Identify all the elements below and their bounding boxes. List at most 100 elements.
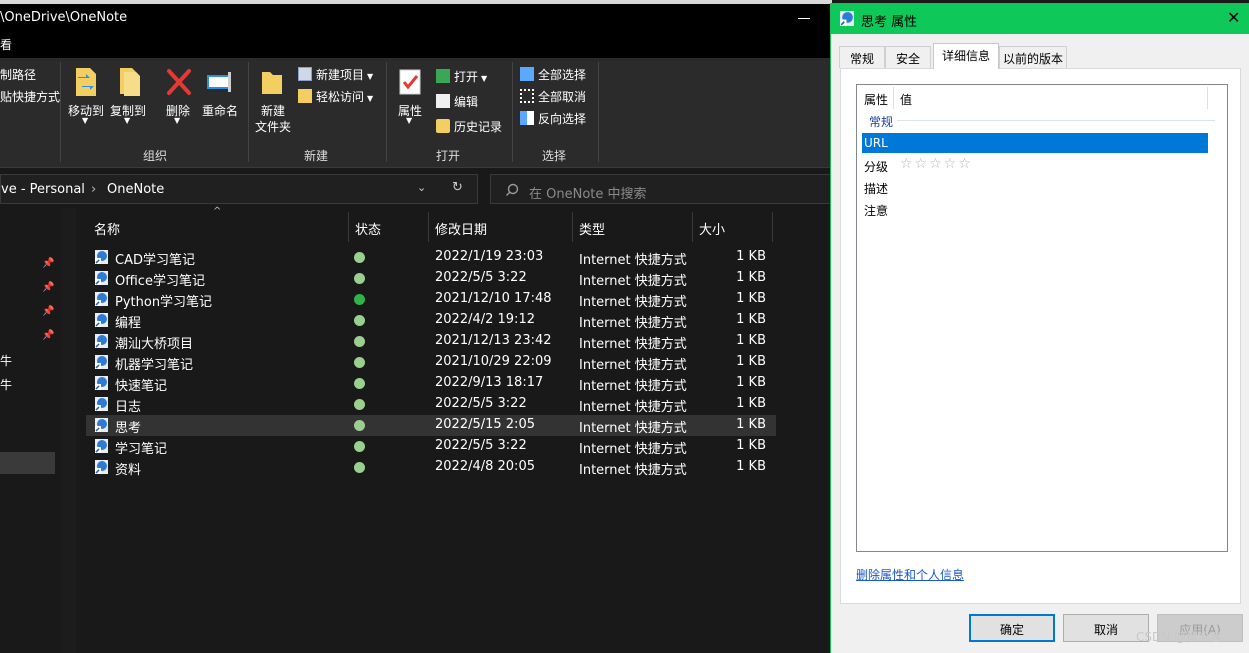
file-type: Internet 快捷方式 bbox=[579, 421, 687, 436]
pin-icon[interactable]: 📌 bbox=[42, 330, 54, 341]
sync-status-icon bbox=[354, 294, 365, 305]
nav-item-fragment[interactable]: 牛 bbox=[0, 352, 12, 369]
close-icon[interactable]: ✕ bbox=[1227, 8, 1240, 27]
column-header-name[interactable]: 名称 bbox=[94, 219, 120, 249]
copy-to-icon bbox=[120, 68, 140, 96]
sync-status-icon bbox=[354, 420, 365, 431]
file-row[interactable]: 机器学习笔记 2021/10/29 22:09 Internet 快捷方式 1 … bbox=[86, 352, 776, 373]
column-separator[interactable] bbox=[893, 87, 894, 109]
watermark: CSDN @撑伞客 bbox=[1136, 630, 1223, 644]
sync-status-icon bbox=[354, 336, 365, 347]
rename-button[interactable]: 重命名 bbox=[200, 64, 244, 134]
nav-item-selected[interactable] bbox=[0, 452, 55, 474]
nav-item-fragment[interactable]: 牛 bbox=[0, 376, 12, 393]
move-to-button[interactable]: 移动到 ▼ bbox=[66, 64, 106, 134]
tab-previous-versions[interactable]: 以前的版本 bbox=[999, 46, 1067, 68]
window-title-path: \OneDrive\OneNote bbox=[0, 10, 128, 25]
ok-button[interactable]: 确定 bbox=[969, 614, 1055, 642]
column-header-status[interactable]: 状态 bbox=[355, 219, 381, 249]
file-type: Internet 快捷方式 bbox=[579, 253, 687, 268]
file-size: 1 KB bbox=[736, 375, 766, 390]
properties-check-icon bbox=[399, 69, 421, 95]
invert-selection-button[interactable]: 反向选择 bbox=[520, 110, 586, 127]
column-separator[interactable] bbox=[772, 212, 773, 242]
column-separator[interactable] bbox=[428, 212, 429, 242]
minimize-button[interactable] bbox=[798, 18, 810, 19]
tab-general[interactable]: 常规 bbox=[839, 46, 885, 68]
open-button[interactable]: 打开 ▼ bbox=[436, 68, 487, 85]
file-date: 2022/4/2 19:12 bbox=[435, 312, 535, 327]
breadcrumb-onedrive[interactable]: ve - Personal bbox=[1, 182, 85, 197]
delete-button[interactable]: 删除 ▼ bbox=[160, 64, 196, 134]
tab-details[interactable]: 详细信息 bbox=[933, 43, 999, 69]
edit-button[interactable]: 编辑 bbox=[436, 93, 478, 110]
properties-button[interactable]: 属性 ▼ bbox=[392, 64, 428, 134]
copy-to-button[interactable]: 复制到 ▼ bbox=[108, 64, 148, 134]
file-row[interactable]: 日志 2022/5/5 3:22 Internet 快捷方式 1 KB bbox=[86, 394, 776, 415]
history-button[interactable]: 历史记录 bbox=[436, 118, 502, 135]
property-list[interactable]: 属性 值 常规 URL 分级 ☆☆☆☆☆ 描述 注意 bbox=[856, 84, 1228, 552]
breadcrumb-separator-icon: › bbox=[91, 182, 97, 197]
file-row[interactable]: 潮汕大桥项目 2021/12/13 23:42 Internet 快捷方式 1 … bbox=[86, 331, 776, 352]
file-row[interactable]: Office学习笔记 2022/5/5 3:22 Internet 快捷方式 1… bbox=[86, 268, 776, 289]
file-row[interactable]: CAD学习笔记 2022/1/19 23:03 Internet 快捷方式 1 … bbox=[86, 247, 776, 268]
dialog-title-bar: 思考 属性 ✕ bbox=[831, 3, 1249, 34]
file-type: Internet 快捷方式 bbox=[579, 463, 687, 478]
tab-security[interactable]: 安全 bbox=[885, 46, 931, 68]
pin-icon[interactable]: 📌 bbox=[42, 258, 54, 269]
select-all-icon bbox=[520, 67, 534, 81]
paste-shortcut-button[interactable]: 贴快捷方式 bbox=[0, 88, 60, 105]
pin-icon[interactable]: 📌 bbox=[42, 306, 54, 317]
column-header-property[interactable]: 属性 bbox=[864, 91, 888, 108]
new-item-button[interactable]: 新建项目 ▼ bbox=[298, 66, 373, 83]
refresh-icon[interactable]: ↻ bbox=[452, 180, 463, 195]
column-header-modified[interactable]: 修改日期 bbox=[435, 219, 487, 249]
file-row[interactable]: 资料 2022/4/8 20:05 Internet 快捷方式 1 KB bbox=[86, 457, 776, 478]
remove-properties-link[interactable]: 删除属性和个人信息 bbox=[856, 566, 964, 583]
file-row[interactable]: 编程 2022/4/2 19:12 Internet 快捷方式 1 KB bbox=[86, 310, 776, 331]
internet-shortcut-icon bbox=[840, 11, 854, 26]
column-separator[interactable] bbox=[348, 212, 349, 242]
column-header-type[interactable]: 类型 bbox=[579, 219, 605, 249]
column-header-value[interactable]: 值 bbox=[900, 91, 912, 108]
dropdown-arrow-icon: ▼ bbox=[174, 116, 181, 125]
pin-icon[interactable]: 📌 bbox=[42, 282, 54, 293]
property-row[interactable]: 分级 ☆☆☆☆☆ bbox=[862, 155, 1208, 175]
select-all-button[interactable]: 全部选择 bbox=[520, 66, 586, 83]
file-size: 1 KB bbox=[736, 333, 766, 348]
file-size: 1 KB bbox=[736, 354, 766, 369]
open-label: 打开 bbox=[454, 70, 479, 84]
easy-access-button[interactable]: 轻松访问 ▼ bbox=[298, 88, 373, 105]
rename-icon bbox=[207, 72, 231, 92]
property-list-header: 属性 值 bbox=[857, 85, 1227, 111]
menu-item-view[interactable]: 看 bbox=[0, 36, 12, 53]
file-size: 1 KB bbox=[736, 438, 766, 453]
select-none-button[interactable]: 全部取消 bbox=[520, 88, 586, 105]
new-folder-button[interactable]: 新建 文件夹 bbox=[252, 64, 294, 142]
property-row-selected[interactable]: URL bbox=[862, 133, 1208, 153]
column-header-size[interactable]: 大小 bbox=[699, 219, 725, 249]
file-row[interactable]: 学习笔记 2022/5/5 3:22 Internet 快捷方式 1 KB bbox=[86, 436, 776, 457]
address-bar[interactable]: ve - Personal › OneNote ⌄ ↻ bbox=[0, 174, 478, 204]
property-row[interactable]: 描述 bbox=[862, 177, 1208, 197]
column-separator[interactable] bbox=[1207, 87, 1208, 109]
column-separator[interactable] bbox=[692, 212, 693, 242]
explorer-title-bar: \OneDrive\OneNote bbox=[0, 4, 832, 32]
address-dropdown-icon[interactable]: ⌄ bbox=[417, 181, 426, 194]
copy-path-button[interactable]: 制路径 bbox=[0, 66, 36, 83]
menu-bar: 看 bbox=[0, 32, 832, 58]
file-row[interactable]: Python学习笔记 2021/12/10 17:48 Internet 快捷方… bbox=[86, 289, 776, 310]
column-separator[interactable] bbox=[572, 212, 573, 242]
file-row-selected[interactable]: 思考 2022/5/15 2:05 Internet 快捷方式 1 KB bbox=[86, 415, 776, 436]
group-label-select: 选择 bbox=[541, 149, 566, 163]
search-box[interactable]: 在 OneNote 中搜索 bbox=[490, 174, 832, 204]
property-row[interactable]: 注意 bbox=[862, 199, 1208, 219]
search-icon bbox=[506, 183, 519, 196]
rating-stars-icon[interactable]: ☆☆☆☆☆ bbox=[900, 156, 973, 172]
nav-scrollbar[interactable] bbox=[62, 208, 76, 653]
ribbon-separator bbox=[386, 62, 387, 162]
file-row[interactable]: 快速笔记 2022/9/13 18:17 Internet 快捷方式 1 KB bbox=[86, 373, 776, 394]
file-size: 1 KB bbox=[736, 417, 766, 432]
file-list: CAD学习笔记 2022/1/19 23:03 Internet 快捷方式 1 … bbox=[86, 247, 786, 478]
breadcrumb-onenote[interactable]: OneNote bbox=[107, 182, 164, 197]
